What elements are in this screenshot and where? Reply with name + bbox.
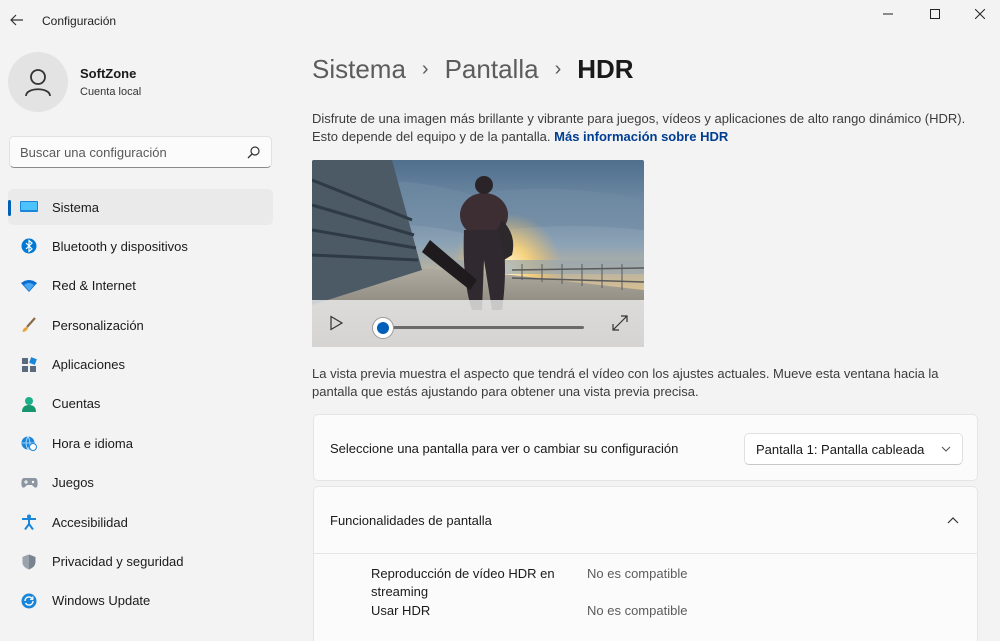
sidebar-item-label: Sistema	[52, 199, 99, 215]
display-features-title: Funcionalidades de pantalla	[330, 513, 492, 528]
sidebar-item-personalizacion[interactable]: Personalización	[8, 307, 273, 343]
back-arrow-icon	[10, 14, 23, 26]
search-icon[interactable]	[245, 144, 261, 160]
play-icon	[330, 315, 344, 331]
sidebar-item-aplicaciones[interactable]: Aplicaciones	[8, 347, 273, 383]
display-select-card: Seleccione una pantalla para ver o cambi…	[313, 414, 978, 481]
minimize-icon	[883, 13, 893, 15]
display-features-card: Funcionalidades de pantalla Reproducción…	[313, 486, 978, 641]
sidebar-item-hora[interactable]: Hora e idioma	[8, 425, 273, 461]
title-bar: Configuración	[0, 0, 1000, 44]
sidebar-item-sistema[interactable]: Sistema	[8, 189, 273, 225]
sidebar-item-label: Red & Internet	[52, 278, 136, 294]
sidebar-item-label: Hora e idioma	[52, 435, 133, 451]
sidebar-item-label: Personalización	[52, 317, 144, 333]
breadcrumb: Sistema › Pantalla › HDR	[312, 54, 634, 85]
back-button[interactable]	[8, 10, 26, 30]
display-features-header[interactable]: Funcionalidades de pantalla	[314, 487, 977, 553]
chevron-right-icon: ›	[554, 58, 562, 80]
breadcrumb-sistema[interactable]: Sistema	[312, 54, 406, 85]
maximize-button[interactable]	[913, 0, 957, 28]
bluetooth-icon	[20, 237, 38, 255]
display-dropdown-value: Pantalla 1: Pantalla cableada	[756, 441, 925, 457]
sidebar-item-juegos[interactable]: Juegos	[8, 465, 273, 501]
seek-slider-thumb[interactable]	[372, 317, 394, 339]
sidebar-item-label: Accesibilidad	[52, 514, 128, 530]
sidebar-item-windows-update[interactable]: Windows Update	[8, 583, 273, 619]
expand-icon	[612, 315, 628, 331]
close-icon	[975, 9, 985, 19]
system-icon	[20, 198, 38, 216]
feature-label-use-hdr: Usar HDR	[371, 603, 431, 618]
brush-icon	[20, 316, 38, 334]
media-controls	[312, 300, 644, 347]
gamepad-icon	[20, 474, 38, 492]
profile-name: SoftZone	[80, 66, 137, 81]
breadcrumb-pantalla[interactable]: Pantalla	[445, 54, 539, 85]
window-title: Configuración	[42, 14, 117, 28]
seek-track[interactable]	[384, 326, 584, 329]
user-profile[interactable]: SoftZone Cuenta local	[8, 52, 141, 112]
sidebar-item-label: Cuentas	[52, 396, 101, 412]
sidebar-item-cuentas[interactable]: Cuentas	[8, 386, 273, 422]
feature-value-use-hdr: No es compatible	[587, 603, 688, 618]
account-type: Cuenta local	[80, 86, 142, 98]
sidebar-item-label: Windows Update	[52, 593, 151, 609]
search-input[interactable]	[20, 144, 245, 160]
play-button[interactable]	[328, 315, 344, 331]
more-info-link[interactable]: Más información sobre HDR	[554, 129, 728, 144]
sidebar-item-privacidad[interactable]: Privacidad y seguridad	[8, 544, 273, 580]
chevron-up-icon	[947, 517, 959, 524]
search-box	[9, 136, 272, 168]
user-avatar-icon	[25, 69, 51, 97]
feature-value-hdr-streaming: No es compatible	[587, 566, 688, 581]
fullscreen-button[interactable]	[611, 314, 629, 332]
accessibility-icon	[20, 513, 38, 531]
chevron-down-icon	[941, 446, 951, 452]
apps-icon	[20, 356, 38, 374]
person-icon	[20, 395, 38, 413]
sidebar-item-label: Privacidad y seguridad	[52, 554, 184, 570]
display-select-label: Seleccione una pantalla para ver o cambi…	[330, 441, 679, 456]
sidebar-item-label: Aplicaciones	[52, 357, 125, 373]
page-title: HDR	[577, 54, 634, 84]
avatar	[8, 52, 68, 112]
maximize-icon	[930, 9, 940, 19]
chevron-right-icon: ›	[421, 58, 429, 80]
divider	[314, 553, 977, 554]
sidebar-item-red[interactable]: Red & Internet	[8, 268, 273, 304]
feature-label-hdr-streaming: Reproducción de vídeo HDR en streaming	[371, 566, 555, 599]
page-description: Disfrute de una imagen más brillante y v…	[312, 110, 972, 146]
preview-note: La vista previa muestra el aspecto que t…	[312, 366, 939, 399]
hdr-video-preview	[312, 160, 644, 347]
shield-icon	[20, 553, 38, 571]
sidebar-item-label: Bluetooth y dispositivos	[52, 238, 188, 254]
minimize-button[interactable]	[866, 0, 910, 28]
sidebar-item-label: Juegos	[52, 475, 94, 491]
sidebar-item-bluetooth[interactable]: Bluetooth y dispositivos	[8, 228, 273, 264]
wifi-icon	[20, 277, 38, 295]
sidebar-item-accesibilidad[interactable]: Accesibilidad	[8, 504, 273, 540]
sidebar-nav: Sistema Bluetooth y dispositivos Red & I…	[8, 189, 273, 622]
close-button[interactable]	[958, 0, 1000, 28]
display-dropdown[interactable]: Pantalla 1: Pantalla cableada	[744, 433, 963, 465]
globe-clock-icon	[20, 434, 38, 452]
update-icon	[20, 592, 38, 610]
